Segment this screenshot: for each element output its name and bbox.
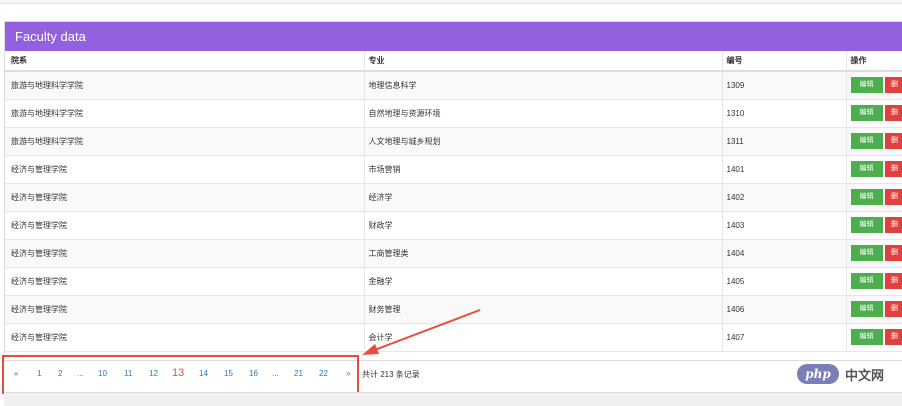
delete-button[interactable]: 删 bbox=[884, 301, 902, 317]
cell-ops: 编辑删 bbox=[845, 127, 902, 156]
edit-button[interactable]: 编辑 bbox=[850, 77, 883, 94]
delete-button[interactable]: 删 bbox=[884, 217, 902, 233]
cell-major: 人文地理与城乡规划 bbox=[363, 127, 722, 156]
column-header-major: 专业 bbox=[363, 51, 722, 72]
edit-button[interactable]: 编辑 bbox=[850, 105, 883, 121]
table-row: 经济与管理学院 市场营销 1401 编辑删 bbox=[5, 155, 902, 184]
cell-dept: 旅游与地理科学学院 bbox=[5, 127, 364, 156]
edit-button[interactable]: 编辑 bbox=[850, 329, 883, 345]
page-link-current[interactable]: 13 bbox=[172, 367, 184, 379]
table-row: 旅游与地理科学学院 地理信息科学 1309 编辑删 bbox=[5, 71, 902, 100]
cell-ops: 编辑删 bbox=[845, 267, 902, 296]
top-divider bbox=[0, 3, 902, 4]
watermark: php 中文网 bbox=[797, 362, 902, 386]
cell-code: 1402 bbox=[721, 183, 846, 212]
cell-major: 自然地理与资源环境 bbox=[363, 99, 722, 128]
cell-major: 财政学 bbox=[363, 211, 722, 240]
bottom-scroll-area bbox=[4, 392, 902, 406]
edit-button[interactable]: 编辑 bbox=[850, 133, 883, 149]
table-header-row: 院系 专业 编号 操作 bbox=[5, 51, 902, 72]
page-link[interactable]: 15 bbox=[224, 369, 233, 378]
faculty-table: 院系 专业 编号 操作 旅游与地理科学学院 地理信息科学 1309 编辑删 旅游… bbox=[5, 51, 902, 352]
cell-ops: 编辑删 bbox=[845, 239, 902, 268]
cell-dept: 经济与管理学院 bbox=[5, 323, 364, 352]
cell-code: 1405 bbox=[721, 267, 846, 296]
column-header-ops: 操作 bbox=[845, 51, 902, 72]
cell-code: 1407 bbox=[721, 323, 846, 352]
page-link[interactable]: 16 bbox=[249, 369, 258, 378]
table-row: 旅游与地理科学学院 人文地理与城乡规划 1311 编辑删 bbox=[5, 127, 902, 156]
cell-major: 金融学 bbox=[363, 267, 722, 296]
page-link[interactable]: 11 bbox=[124, 369, 132, 378]
cell-major: 财务管理 bbox=[363, 295, 722, 324]
table-row: 经济与管理学院 经济学 1402 编辑删 bbox=[5, 183, 902, 212]
pagination-prev[interactable]: « bbox=[14, 369, 18, 378]
delete-button[interactable]: 删 bbox=[884, 161, 902, 177]
table-row: 经济与管理学院 财政学 1403 编辑删 bbox=[5, 211, 902, 240]
page-link[interactable]: 14 bbox=[199, 369, 208, 378]
cell-major: 经济学 bbox=[363, 183, 722, 212]
cell-ops: 编辑删 bbox=[845, 155, 902, 184]
cell-ops: 编辑删 bbox=[845, 99, 902, 128]
cell-major: 地理信息科学 bbox=[363, 71, 722, 100]
table-row: 经济与管理学院 工商管理类 1404 编辑删 bbox=[5, 239, 902, 268]
cell-code: 1311 bbox=[721, 127, 846, 156]
page-link[interactable]: 1 bbox=[37, 369, 41, 378]
edit-button[interactable]: 编辑 bbox=[850, 189, 883, 205]
delete-button[interactable]: 删 bbox=[884, 273, 902, 289]
page-ellipsis: ... bbox=[272, 369, 279, 378]
cell-ops: 编辑删 bbox=[845, 71, 902, 100]
cell-dept: 经济与管理学院 bbox=[5, 295, 364, 324]
total-records: 共计 213 条记录 bbox=[362, 370, 420, 379]
page-link[interactable]: 2 bbox=[58, 369, 62, 378]
cell-dept: 旅游与地理科学学院 bbox=[5, 71, 364, 100]
page-link[interactable]: 10 bbox=[98, 369, 107, 378]
delete-button[interactable]: 删 bbox=[884, 329, 902, 345]
cell-dept: 经济与管理学院 bbox=[5, 155, 364, 184]
cell-dept: 旅游与地理科学学院 bbox=[5, 99, 364, 128]
cell-ops: 编辑删 bbox=[845, 183, 902, 212]
cell-ops: 编辑删 bbox=[845, 295, 902, 324]
table-row: 经济与管理学院 会计学 1407 编辑删 bbox=[5, 323, 902, 352]
table-row: 旅游与地理科学学院 自然地理与资源环境 1310 编辑删 bbox=[5, 99, 902, 128]
delete-button[interactable]: 删 bbox=[884, 245, 902, 261]
delete-button[interactable]: 删 bbox=[884, 133, 902, 149]
edit-button[interactable]: 编辑 bbox=[850, 273, 883, 289]
cell-dept: 经济与管理学院 bbox=[5, 211, 364, 240]
cell-dept: 经济与管理学院 bbox=[5, 183, 364, 212]
cell-major: 会计学 bbox=[363, 323, 722, 352]
edit-button[interactable]: 编辑 bbox=[850, 161, 883, 177]
delete-button[interactable]: 删 bbox=[884, 77, 902, 94]
table-row: 经济与管理学院 金融学 1405 编辑删 bbox=[5, 267, 902, 296]
cell-code: 1310 bbox=[721, 99, 846, 128]
cell-ops: 编辑删 bbox=[845, 323, 902, 352]
page-link[interactable]: 22 bbox=[319, 369, 328, 378]
cell-code: 1401 bbox=[721, 155, 846, 184]
cell-major: 工商管理类 bbox=[363, 239, 722, 268]
column-header-code: 编号 bbox=[721, 51, 846, 72]
php-logo-icon: php bbox=[797, 364, 839, 384]
delete-button[interactable]: 删 bbox=[884, 189, 902, 205]
edit-button[interactable]: 编辑 bbox=[850, 217, 883, 233]
cell-ops: 编辑删 bbox=[845, 211, 902, 240]
page-link[interactable]: 12 bbox=[149, 369, 158, 378]
cell-code: 1403 bbox=[721, 211, 846, 240]
pagination-next[interactable]: » bbox=[346, 369, 350, 378]
edit-button[interactable]: 编辑 bbox=[850, 301, 883, 317]
cell-code: 1309 bbox=[721, 71, 846, 100]
faculty-panel: Faculty data 院系 专业 编号 操作 旅游与地理科学学院 地理信息科… bbox=[4, 21, 902, 361]
cell-code: 1404 bbox=[721, 239, 846, 268]
cell-major: 市场营销 bbox=[363, 155, 722, 184]
table-row: 经济与管理学院 财务管理 1406 编辑删 bbox=[5, 295, 902, 324]
cell-dept: 经济与管理学院 bbox=[5, 239, 364, 268]
panel-title: Faculty data bbox=[5, 22, 902, 51]
cell-code: 1406 bbox=[721, 295, 846, 324]
watermark-text: 中文网 bbox=[845, 368, 885, 383]
column-header-dept: 院系 bbox=[5, 51, 364, 72]
edit-button[interactable]: 编辑 bbox=[850, 245, 883, 261]
page-ellipsis: ... bbox=[77, 369, 84, 378]
delete-button[interactable]: 删 bbox=[884, 105, 902, 121]
cell-dept: 经济与管理学院 bbox=[5, 267, 364, 296]
page-link[interactable]: 21 bbox=[294, 369, 303, 378]
